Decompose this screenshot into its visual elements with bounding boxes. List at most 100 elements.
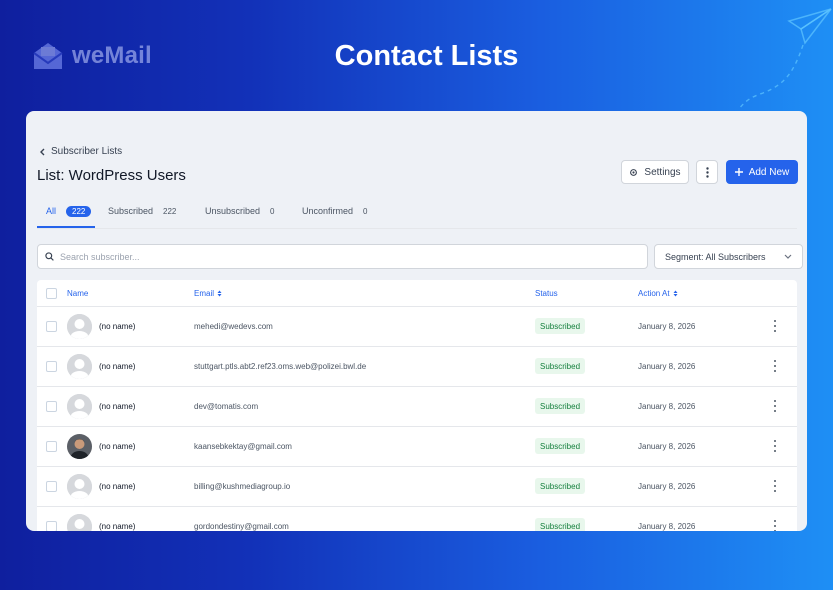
row-actions-button[interactable] — [771, 318, 779, 334]
status-badge: Subscribed — [535, 398, 586, 414]
row-actions-button[interactable] — [771, 518, 779, 531]
row-checkbox[interactable] — [46, 361, 57, 372]
status-badge: Subscribed — [535, 358, 586, 374]
sort-icon — [217, 290, 222, 297]
tab-label: Unsubscribed — [205, 206, 261, 216]
action-date: January 8, 2026 — [638, 402, 696, 411]
tab-label: All — [46, 206, 57, 216]
action-date: January 8, 2026 — [638, 482, 696, 491]
row-actions-button[interactable] — [771, 398, 779, 414]
table-row[interactable]: (no name) mehedi@wedevs.com Subscribed J… — [37, 307, 797, 347]
select-all-checkbox[interactable] — [46, 288, 57, 299]
tab-count-badge: 222 — [66, 205, 92, 217]
tab-count: 222 — [163, 206, 177, 216]
add-new-button-label: Add New — [748, 166, 790, 178]
more-options-button[interactable] — [696, 160, 718, 184]
add-new-button[interactable]: Add New — [726, 160, 798, 184]
search-box — [37, 244, 648, 269]
subscriber-email: mehedi@wedevs.com — [194, 322, 273, 331]
segment-select[interactable]: Segment: All Subscribers — [654, 244, 803, 269]
search-icon — [45, 252, 54, 261]
row-checkbox[interactable] — [46, 481, 57, 492]
subscriber-email: kaansebkektay@gmail.com — [194, 442, 292, 451]
tab-unconfirmed[interactable]: Unconfirmed 0 — [302, 204, 367, 218]
tab-unsubscribed[interactable]: Unsubscribed 0 — [205, 204, 274, 218]
paper-plane-icon — [738, 8, 832, 110]
settings-button-label: Settings — [644, 166, 681, 178]
tab-subscribed[interactable]: Subscribed 222 — [108, 204, 176, 218]
action-date: January 8, 2026 — [638, 522, 696, 531]
tab-count: 0 — [363, 206, 368, 216]
subscriber-name: (no name) — [99, 482, 136, 491]
column-email[interactable]: Email — [194, 289, 222, 298]
subscriber-email: stuttgart.ptls.abt2.ref23.oms.web@polize… — [194, 362, 367, 371]
table-row[interactable]: (no name) billing@kushmediagroup.io Subs… — [37, 467, 797, 507]
avatar — [67, 314, 92, 339]
sort-icon — [673, 290, 678, 297]
avatar — [67, 474, 92, 499]
default-user-icon — [67, 354, 92, 379]
active-tab-indicator — [37, 226, 95, 228]
row-actions-button[interactable] — [771, 478, 779, 494]
row-actions-button[interactable] — [771, 438, 779, 454]
table-row[interactable]: (no name) stuttgart.ptls.abt2.ref23.oms.… — [37, 347, 797, 387]
status-badge: Subscribed — [535, 518, 586, 531]
column-name[interactable]: Name — [67, 289, 88, 298]
tab-all[interactable]: All 222 — [46, 204, 92, 218]
status-badge: Subscribed — [535, 478, 586, 494]
row-checkbox[interactable] — [46, 401, 57, 412]
column-status: Status — [535, 289, 558, 298]
row-checkbox[interactable] — [46, 441, 57, 452]
plus-icon — [734, 168, 743, 176]
table-row[interactable]: (no name) dev@tomatis.com Subscribed Jan… — [37, 387, 797, 427]
gear-icon — [630, 168, 638, 176]
row-checkbox[interactable] — [46, 521, 57, 531]
default-user-icon — [67, 514, 92, 531]
avatar — [67, 434, 92, 459]
subscriber-email: billing@kushmediagroup.io — [194, 482, 291, 491]
subscriber-email: dev@tomatis.com — [194, 402, 259, 411]
segment-select-value: Segment: All Subscribers — [665, 251, 766, 262]
breadcrumb-label: Subscriber Lists — [51, 146, 123, 157]
avatar — [67, 394, 92, 419]
default-user-icon — [67, 314, 92, 339]
column-action-at[interactable]: Action At — [638, 289, 678, 298]
avatar — [67, 354, 92, 379]
status-badge: Subscribed — [535, 318, 586, 334]
status-tabs: All 222 Subscribed 222 Unsubscribed 0 Un… — [37, 197, 797, 229]
tab-count: 0 — [270, 206, 275, 216]
subscriber-name: (no name) — [99, 362, 136, 371]
column-label: Status — [535, 289, 558, 298]
table-header: Name Email Status Action At — [37, 280, 797, 307]
row-actions-button[interactable] — [771, 358, 779, 374]
row-checkbox[interactable] — [46, 321, 57, 332]
default-user-icon — [67, 474, 92, 499]
subscriber-name: (no name) — [99, 402, 136, 411]
vertical-dots-icon — [705, 166, 709, 178]
subscriber-email: gordondestiny@gmail.com — [194, 522, 289, 531]
default-user-icon — [67, 394, 92, 419]
column-label: Name — [67, 289, 89, 298]
user-photo-icon — [67, 434, 92, 459]
subscriber-name: (no name) — [99, 522, 136, 531]
tab-label: Subscribed — [108, 206, 154, 216]
column-label: Action At — [638, 289, 670, 298]
contact-list-panel: Subscriber Lists List: WordPress Users S… — [26, 111, 807, 531]
subscriber-name: (no name) — [99, 322, 136, 331]
action-date: January 8, 2026 — [638, 362, 696, 371]
table-row[interactable]: (no name) gordondestiny@gmail.com Subscr… — [37, 507, 797, 531]
action-date: January 8, 2026 — [638, 322, 696, 331]
chevron-down-icon — [784, 254, 792, 259]
chevron-left-icon — [40, 148, 45, 155]
avatar — [67, 514, 92, 531]
action-date: January 8, 2026 — [638, 442, 696, 451]
breadcrumb[interactable]: Subscriber Lists — [39, 146, 122, 157]
table-row[interactable]: (no name) kaansebkektay@gmail.com Subscr… — [37, 427, 797, 467]
search-input[interactable] — [60, 251, 620, 262]
status-badge: Subscribed — [535, 438, 586, 454]
tab-label: Unconfirmed — [302, 206, 354, 216]
subscribers-table: Name Email Status Action At (no name) me… — [37, 280, 797, 531]
page-title: List: WordPress Users — [37, 167, 186, 184]
settings-button[interactable]: Settings — [621, 160, 689, 184]
subscriber-name: (no name) — [99, 442, 136, 451]
